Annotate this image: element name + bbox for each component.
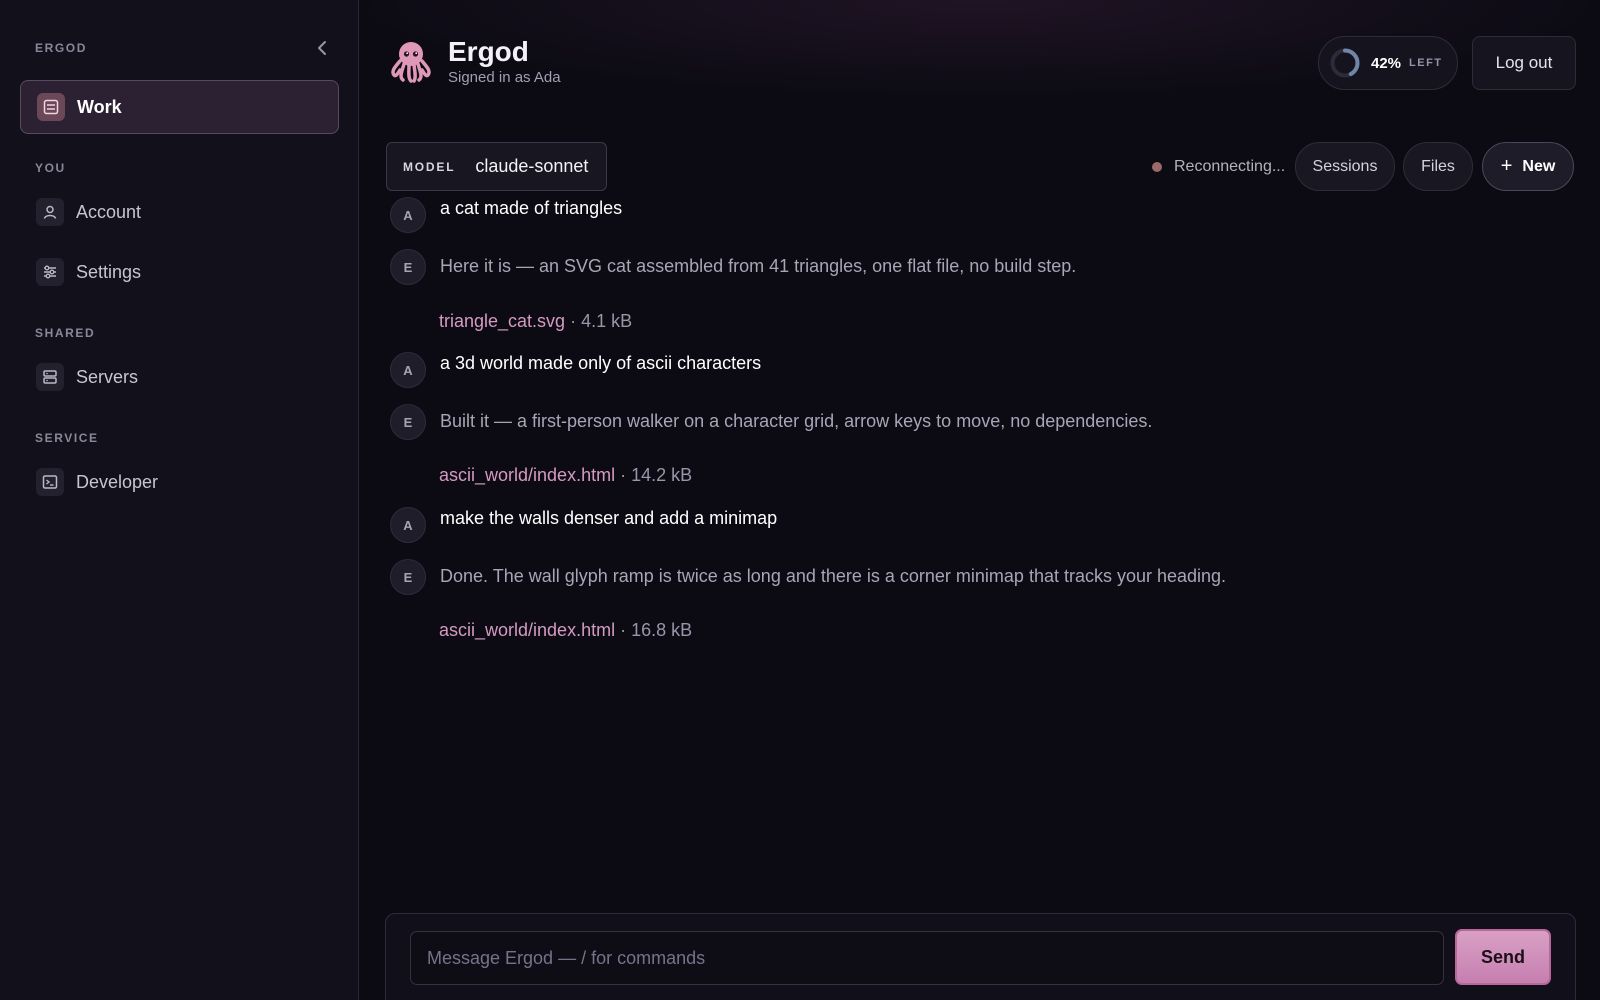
quota-indicator[interactable]: 42% LEFT	[1318, 36, 1458, 90]
message-text: Here it is — an SVG cat assembled from 4…	[440, 256, 1077, 276]
app-title: Ergod	[448, 36, 529, 67]
model-label: MODEL	[403, 159, 456, 174]
file-attachment: triangle_cat.svg · 4.1 kB	[439, 311, 632, 332]
signed-in-user: Signed in as Ada	[448, 69, 561, 86]
attachment-size: · 14.2 kB	[620, 465, 693, 485]
sliders-icon	[36, 258, 64, 286]
message-user: A make the walls denser and add a minima…	[390, 507, 777, 543]
section-label-shared: SHARED	[35, 326, 96, 340]
avatar: A	[390, 507, 426, 543]
terminal-icon	[36, 468, 64, 496]
avatar: A	[390, 197, 426, 233]
sidebar-header: ERGOD	[35, 38, 333, 58]
sidebar-item-label: Settings	[76, 261, 142, 282]
sidebar-item-label: Servers	[76, 366, 139, 387]
attachment-size: · 4.1 kB	[570, 311, 633, 331]
connection-status: Reconnecting...	[1152, 154, 1285, 180]
message-user: A a cat made of triangles	[390, 197, 622, 233]
plus-icon: +	[1500, 155, 1513, 177]
send-button[interactable]: Send	[1455, 929, 1551, 985]
sidebar: ERGOD Work YOU Account Settings SHARED S…	[0, 0, 359, 1000]
files-button[interactable]: Files	[1403, 142, 1473, 191]
file-attachment: ascii_world/index.html · 16.8 kB	[439, 620, 692, 641]
octopus-icon	[386, 36, 436, 86]
message-agent: E Built it — a first-person walker on a …	[390, 404, 1152, 440]
file-attachment: ascii_world/index.html · 14.2 kB	[439, 465, 692, 486]
logout-button[interactable]: Log out	[1472, 36, 1576, 90]
model-value: claude-sonnet	[475, 156, 589, 176]
message-text: a 3d world made only of ascii characters	[440, 353, 762, 373]
message-text: Built it — a first-person walker on a ch…	[440, 411, 1153, 431]
attachment-link[interactable]: ascii_world/index.html	[439, 620, 615, 640]
sidebar-item-servers[interactable]: Servers	[20, 350, 339, 404]
sidebar-item-label: Account	[76, 201, 142, 222]
avatar: E	[390, 249, 426, 285]
message-user: A a 3d world made only of ascii characte…	[390, 352, 761, 388]
quota-percent: 42%	[1371, 54, 1402, 72]
server-icon	[36, 363, 64, 391]
status-text: Reconnecting...	[1174, 158, 1286, 175]
message-text: a cat made of triangles	[440, 198, 623, 218]
message-agent: E Done. The wall glyph ramp is twice as …	[390, 559, 1226, 595]
sidebar-item-label: Work	[77, 96, 122, 117]
avatar: E	[390, 559, 426, 595]
message-text: Done. The wall glyph ramp is twice as lo…	[440, 566, 1227, 586]
sessions-button[interactable]: Sessions	[1295, 142, 1395, 191]
sidebar-brand: ERGOD	[35, 41, 88, 55]
attachment-link[interactable]: ascii_world/index.html	[439, 465, 615, 485]
main-panel: Ergod Signed in as Ada 42% LEFT Log out …	[360, 0, 1600, 1000]
quota-left-label: LEFT	[1409, 57, 1443, 69]
avatar: E	[390, 404, 426, 440]
new-label: New	[1522, 157, 1556, 175]
sidebar-item-account[interactable]: Account	[20, 185, 339, 239]
sidebar-item-work[interactable]: Work	[20, 80, 339, 134]
sidebar-item-settings[interactable]: Settings	[20, 245, 339, 299]
message-input[interactable]	[410, 931, 1444, 985]
section-label-service: SERVICE	[35, 431, 99, 445]
sidebar-item-label: Developer	[76, 471, 159, 492]
attachment-size: · 16.8 kB	[620, 620, 693, 640]
attachment-link[interactable]: triangle_cat.svg	[439, 311, 565, 331]
avatar: A	[390, 352, 426, 388]
list-icon	[37, 93, 65, 121]
chevron-left-icon	[318, 41, 326, 55]
collapse-sidebar-button[interactable]	[311, 37, 333, 59]
new-session-button[interactable]: + New	[1482, 142, 1574, 191]
user-icon	[36, 198, 64, 226]
message-text: make the walls denser and add a minimap	[440, 508, 778, 528]
status-dot-icon	[1152, 162, 1162, 172]
quota-ring-icon	[1330, 48, 1360, 78]
section-label-you: YOU	[35, 161, 66, 175]
model-selector[interactable]: MODEL claude-sonnet	[386, 142, 607, 191]
message-agent: E Here it is — an SVG cat assembled from…	[390, 249, 1076, 285]
composer: Send	[385, 913, 1576, 1000]
sidebar-item-developer[interactable]: Developer	[20, 455, 339, 509]
